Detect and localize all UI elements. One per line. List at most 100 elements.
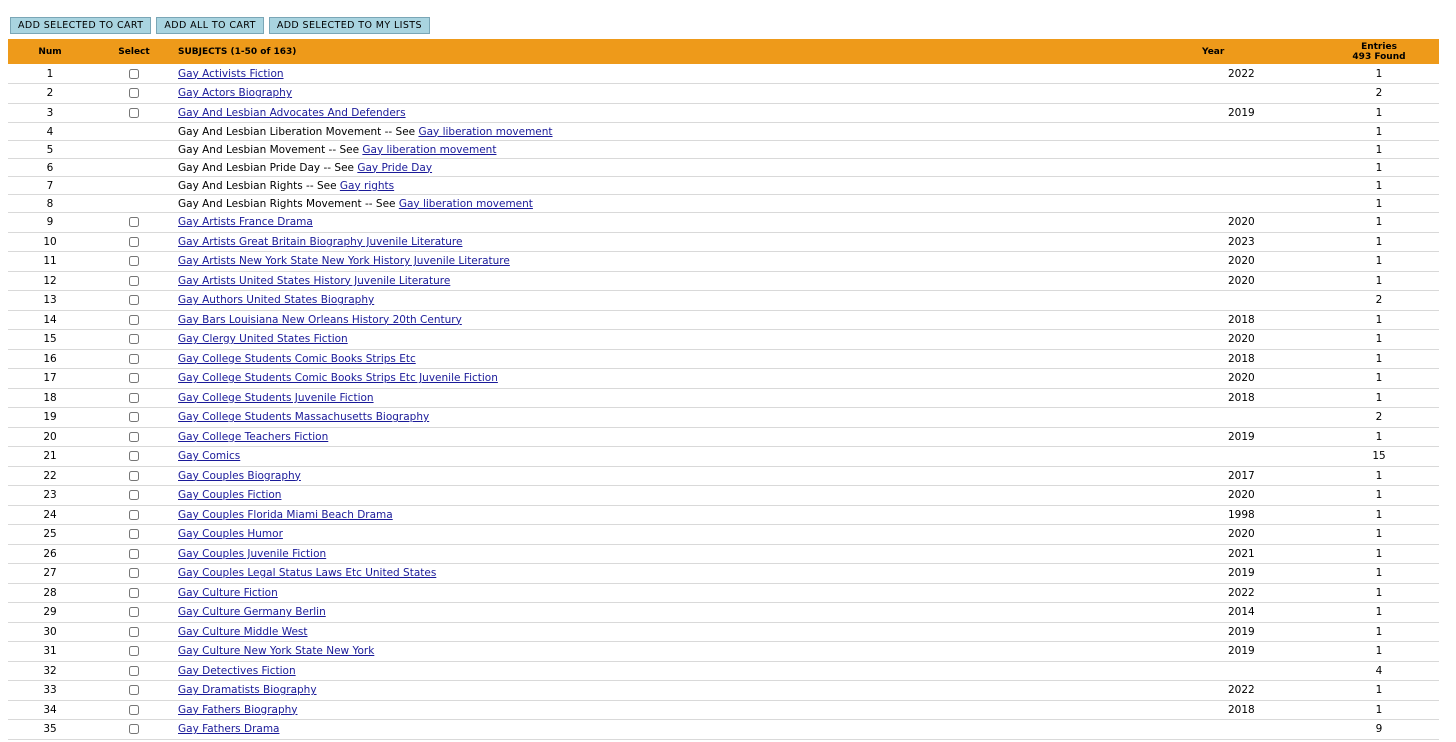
- row-year: 2019: [1228, 106, 1255, 119]
- table-row: 14 Gay Bars Louisiana New Orleans History…: [8, 310, 1439, 330]
- subject-link[interactable]: Gay Artists United States History Juveni…: [178, 275, 450, 287]
- row-select-cell: [92, 159, 176, 177]
- subject-link[interactable]: Gay Artists Great Britain Biography Juve…: [178, 236, 462, 248]
- row-select-cell: [92, 330, 176, 350]
- row-select-checkbox[interactable]: [129, 68, 139, 79]
- row-year: 2020: [1228, 528, 1255, 541]
- row-select-cell: [92, 291, 176, 311]
- row-select-checkbox[interactable]: [129, 685, 139, 696]
- row-select-checkbox[interactable]: [129, 373, 139, 384]
- row-subject: Gay Comics: [176, 447, 1199, 467]
- subject-link[interactable]: Gay College Students Massachusetts Biogr…: [178, 411, 429, 423]
- header-subjects: SUBJECTS (1-50 of 163): [178, 46, 297, 57]
- see-subject-link[interactable]: Gay liberation movement: [362, 144, 496, 156]
- add-selected-to-cart-button[interactable]: ADD SELECTED TO CART: [10, 17, 152, 34]
- row-select-cell: [92, 661, 176, 681]
- row-select-checkbox[interactable]: [129, 217, 139, 228]
- row-select-checkbox[interactable]: [129, 88, 139, 99]
- row-select-checkbox[interactable]: [129, 314, 139, 325]
- row-select-checkbox[interactable]: [129, 334, 139, 345]
- table-row: 32 Gay Detectives Fiction 4: [8, 661, 1439, 681]
- subject-link[interactable]: Gay Bars Louisiana New Orleans History 2…: [178, 314, 462, 326]
- subject-text: Gay And Lesbian Liberation Movement: [178, 125, 382, 138]
- subject-link[interactable]: Gay College Students Comic Books Strips …: [178, 353, 416, 365]
- row-select-checkbox[interactable]: [129, 470, 139, 481]
- subject-link[interactable]: Gay Comics: [178, 450, 240, 462]
- row-num: 34: [43, 703, 57, 716]
- header-year: Year: [1202, 46, 1225, 57]
- subject-link[interactable]: Gay Detectives Fiction: [178, 665, 296, 677]
- subject-link[interactable]: Gay Authors United States Biography: [178, 294, 374, 306]
- row-num: 8: [46, 197, 54, 210]
- subject-link[interactable]: Gay College Teachers Fiction: [178, 431, 328, 443]
- row-select-checkbox[interactable]: [129, 607, 139, 618]
- row-entries: 15: [1372, 450, 1386, 463]
- subject-link[interactable]: Gay Actors Biography: [178, 87, 292, 99]
- row-select-checkbox[interactable]: [129, 353, 139, 364]
- row-select-checkbox[interactable]: [129, 256, 139, 267]
- row-select-checkbox[interactable]: [129, 275, 139, 286]
- row-select-checkbox[interactable]: [129, 704, 139, 715]
- row-select-cell: [92, 177, 176, 195]
- table-row: 10 Gay Artists Great Britain Biography Ju…: [8, 232, 1439, 252]
- row-num: 32: [43, 664, 57, 677]
- row-select-checkbox[interactable]: [129, 548, 139, 559]
- see-subject-link[interactable]: Gay liberation movement: [399, 198, 533, 210]
- table-row: 24 Gay Couples Florida Miami Beach Drama 1…: [8, 505, 1439, 525]
- row-select-checkbox[interactable]: [129, 236, 139, 247]
- row-select-checkbox[interactable]: [129, 295, 139, 306]
- subject-link[interactable]: Gay Culture Germany Berlin: [178, 606, 326, 618]
- subject-text: Gay And Lesbian Rights Movement: [178, 197, 362, 210]
- table-row: 35 Gay Fathers Drama 9: [8, 720, 1439, 739]
- add-selected-to-lists-button[interactable]: ADD SELECTED TO MY LISTS: [268, 17, 430, 34]
- add-all-to-cart-button[interactable]: ADD ALL TO CART: [156, 17, 264, 34]
- row-select-cell: [92, 622, 176, 642]
- subject-text: Gay And Lesbian Pride Day: [178, 161, 321, 174]
- subject-link[interactable]: Gay Couples Legal Status Laws Etc United…: [178, 567, 436, 579]
- row-select-checkbox[interactable]: [129, 568, 139, 579]
- subject-link[interactable]: Gay Couples Florida Miami Beach Drama: [178, 509, 393, 521]
- row-entries: 1: [1375, 508, 1383, 521]
- row-select-checkbox[interactable]: [129, 392, 139, 403]
- see-subject-link[interactable]: Gay rights: [340, 180, 394, 192]
- row-select-checkbox[interactable]: [129, 626, 139, 637]
- row-select-checkbox[interactable]: [129, 412, 139, 423]
- subject-link[interactable]: Gay Couples Fiction: [178, 489, 281, 501]
- subject-link[interactable]: Gay College Students Juvenile Fiction: [178, 392, 374, 404]
- subject-link[interactable]: Gay Couples Juvenile Fiction: [178, 548, 326, 560]
- subject-link[interactable]: Gay Artists New York State New York Hist…: [178, 255, 510, 267]
- row-year: [1199, 159, 1319, 177]
- subject-link[interactable]: Gay Culture New York State New York: [178, 645, 374, 657]
- subject-link[interactable]: Gay Fathers Drama: [178, 723, 280, 735]
- subject-link[interactable]: Gay Culture Middle West: [178, 626, 308, 638]
- subject-link[interactable]: Gay College Students Comic Books Strips …: [178, 372, 498, 384]
- row-select-cell: [92, 700, 176, 720]
- subject-link[interactable]: Gay Activists Fiction: [178, 68, 284, 80]
- subject-link[interactable]: Gay Dramatists Biography: [178, 684, 317, 696]
- row-select-checkbox[interactable]: [129, 646, 139, 657]
- row-num: 22: [43, 469, 57, 482]
- see-subject-link[interactable]: Gay Pride Day: [357, 162, 432, 174]
- row-select-checkbox[interactable]: [129, 724, 139, 735]
- row-select-checkbox[interactable]: [129, 529, 139, 540]
- row-select-checkbox[interactable]: [129, 509, 139, 520]
- row-select-checkbox[interactable]: [129, 107, 139, 118]
- row-select-checkbox[interactable]: [129, 431, 139, 442]
- row-year: 2018: [1228, 703, 1255, 716]
- row-select-checkbox[interactable]: [129, 665, 139, 676]
- subject-link[interactable]: Gay Fathers Biography: [178, 704, 297, 716]
- row-entries: 1: [1375, 161, 1383, 174]
- table-row: 22 Gay Couples Biography 2017 1: [8, 466, 1439, 486]
- subject-link[interactable]: Gay Couples Biography: [178, 470, 301, 482]
- subject-link[interactable]: Gay Artists France Drama: [178, 216, 313, 228]
- row-select-checkbox[interactable]: [129, 490, 139, 501]
- subject-link[interactable]: Gay And Lesbian Advocates And Defenders: [178, 107, 406, 119]
- row-select-checkbox[interactable]: [129, 451, 139, 462]
- row-select-checkbox[interactable]: [129, 587, 139, 598]
- subject-link[interactable]: Gay Culture Fiction: [178, 587, 278, 599]
- row-num: 31: [43, 645, 57, 658]
- subject-link[interactable]: Gay Clergy United States Fiction: [178, 333, 348, 345]
- subject-link[interactable]: Gay Couples Humor: [178, 528, 283, 540]
- table-row: 2 Gay Actors Biography 2: [8, 84, 1439, 103]
- see-subject-link[interactable]: Gay liberation movement: [418, 126, 552, 138]
